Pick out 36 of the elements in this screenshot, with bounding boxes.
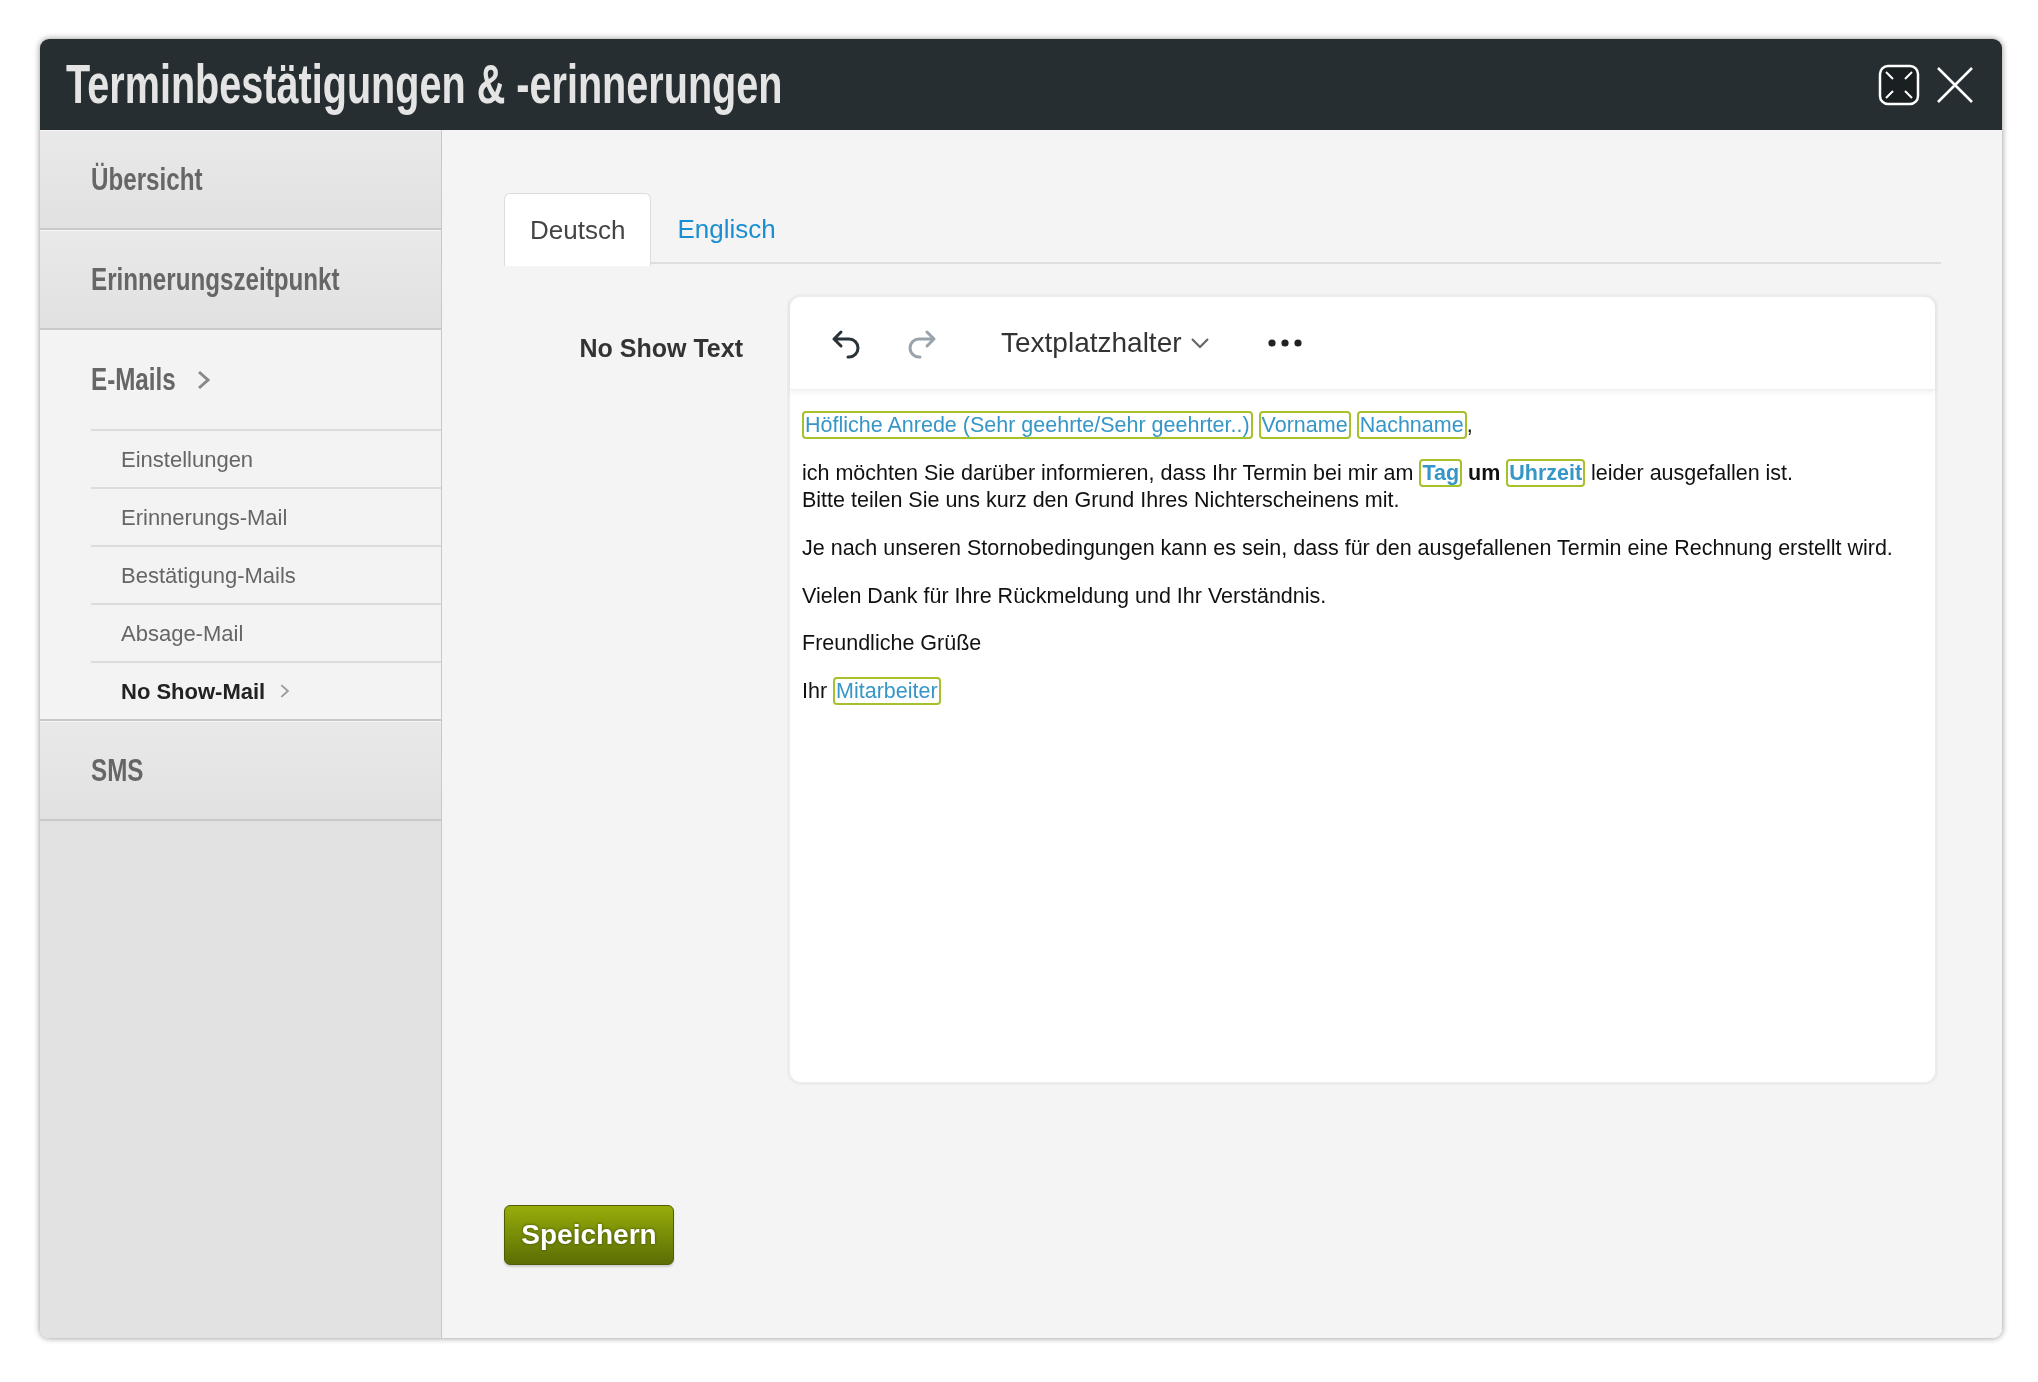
body-text: Vielen Dank für Ihre Rückmeldung und Ihr Verständnis.: [802, 583, 1327, 608]
body-text: Bitte teilen Sie uns kurz den Grund Ihres Nichterscheinens mit.: [802, 487, 1400, 512]
body-text: ich möchten Sie darüber informieren, dass Ihr Termin bei mir am: [802, 460, 1415, 485]
sidebar-section-label[interactable]: E-Mails: [91, 356, 176, 404]
language-tab[interactable]: Deutsch: [504, 193, 652, 266]
placeholder-tag[interactable]: Höfliche Anrede (Sehr geehrte/Sehr geehrter..): [802, 411, 1253, 439]
sidebar-item[interactable]: Übersicht: [40, 130, 441, 230]
sidebar-item[interactable]: SMS: [40, 721, 441, 821]
placeholder-tag[interactable]: Uhrzeit: [1506, 458, 1586, 487]
sidebar-subitem[interactable]: Einstellungen: [91, 429, 441, 487]
body-text: leider ausgefallen ist.: [1590, 460, 1794, 485]
body-text: Je nach unseren Stornobedingungen kann es sein, dass für den ausgefallenen Termin eine Rechnung erstellt wird.: [802, 535, 1893, 560]
sidebar-item[interactable]: Erinnerungszeitpunkt: [40, 230, 441, 330]
body-text: Freundliche Grüße: [802, 631, 982, 656]
sidebar-subitem[interactable]: Erinnerungs-Mail: [91, 487, 441, 545]
field-label: No Show Text: [579, 334, 743, 362]
sidebar-subitem[interactable]: No Show-Mail: [91, 661, 441, 719]
shrink-icon[interactable]: [1878, 63, 1920, 106]
window-title: Terminbestätigungen & -erinnerungen: [66, 52, 784, 118]
caret-icon: [1189, 336, 1210, 350]
placeholder-tag[interactable]: Mitarbeiter: [833, 677, 941, 706]
placeholder-tag[interactable]: Tag: [1419, 458, 1463, 487]
body-text: Ihr: [802, 679, 829, 704]
close-icon[interactable]: [1936, 65, 1974, 104]
body-text: um: [1467, 460, 1502, 485]
language-tab[interactable]: Englisch: [651, 193, 802, 264]
body-text: ,: [1466, 413, 1473, 437]
more-icon[interactable]: [1267, 339, 1302, 347]
chevron-icon: [279, 683, 292, 699]
placeholder-tag[interactable]: Vorname: [1258, 411, 1351, 439]
sidebar-subitem[interactable]: Absage-Mail: [91, 603, 441, 661]
placeholder-dropdown[interactable]: Textplatzhalter: [1001, 322, 1210, 364]
save-button[interactable]: Speichern: [504, 1205, 674, 1265]
chevron-icon: [195, 369, 212, 391]
sidebar-subitem[interactable]: Bestätigung-Mails: [91, 545, 441, 603]
placeholder-tag[interactable]: Nachname: [1356, 411, 1467, 439]
